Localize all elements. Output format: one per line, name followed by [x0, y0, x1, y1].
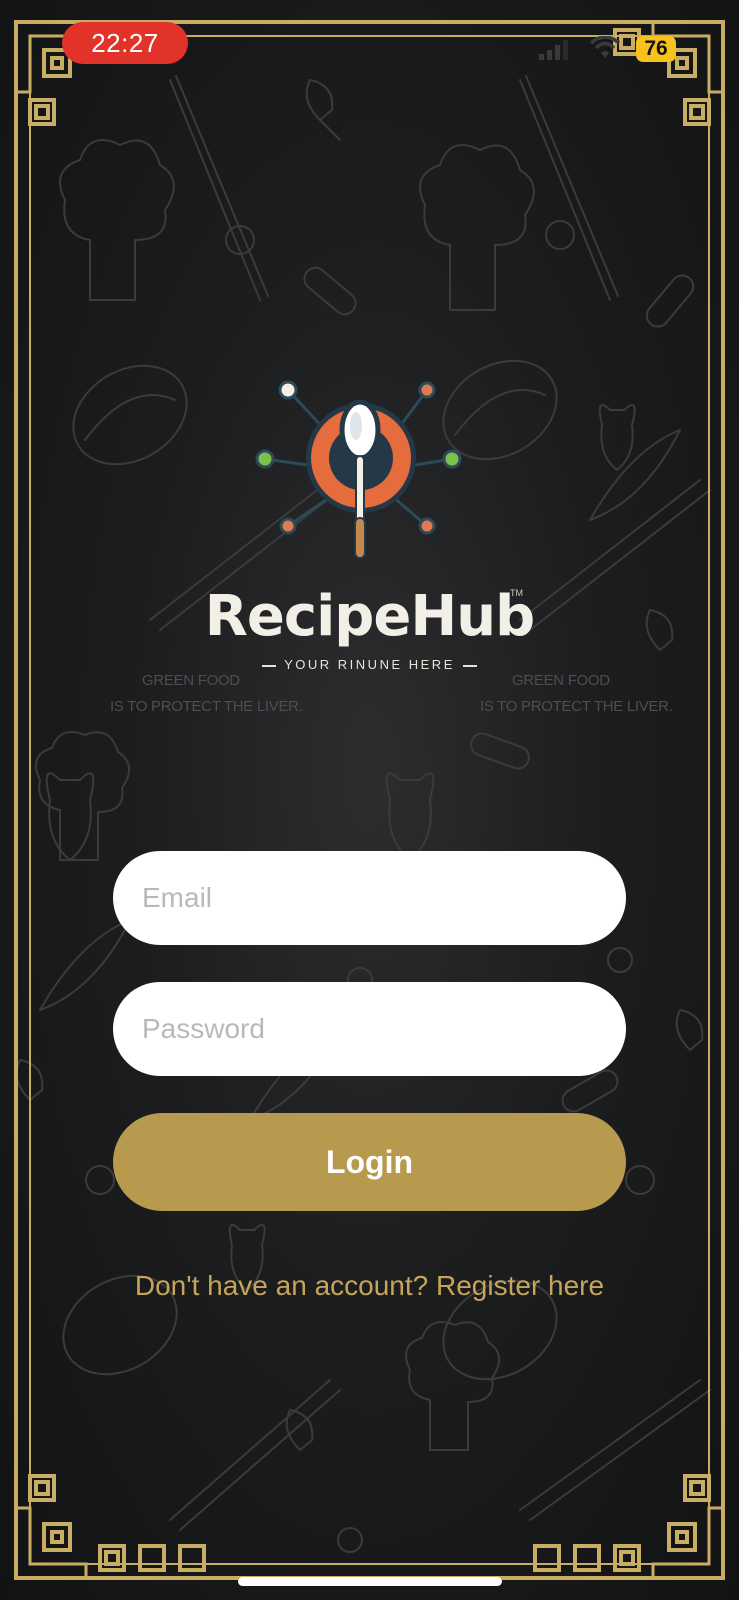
background-watermark-right: GREEN FOOD IS TO PROTECT THE LIVER.: [480, 668, 673, 720]
status-time: 22:27: [62, 22, 188, 64]
register-link[interactable]: Don't have an account? Register here: [0, 1270, 739, 1302]
tagline-text: YOUR RINUNE HERE: [284, 657, 455, 672]
app-name: RecipeHub: [204, 584, 535, 649]
spoon-logo-icon: [255, 380, 462, 559]
signal-icon: [539, 40, 568, 60]
gold-border-frame: [14, 20, 725, 1580]
watermark-line: GREEN FOOD: [512, 672, 610, 689]
email-field[interactable]: [113, 851, 626, 945]
home-indicator[interactable]: [238, 1577, 502, 1586]
watermark-line: IS TO PROTECT THE LIVER.: [110, 698, 303, 715]
battery-icon: 76: [636, 36, 676, 62]
watermark-line: GREEN FOOD: [142, 672, 240, 689]
background-watermark-left: GREEN FOOD IS TO PROTECT THE LIVER.: [110, 668, 303, 720]
login-button[interactable]: Login: [113, 1113, 626, 1211]
wifi-icon: [590, 36, 620, 58]
login-screen: 22:27 76 RecipeHub TM YOUR RINUNE HERE G…: [0, 0, 739, 1600]
watermark-line: IS TO PROTECT THE LIVER.: [480, 698, 673, 715]
trademark-mark: TM: [510, 588, 523, 598]
password-field[interactable]: [113, 982, 626, 1076]
tagline-dash-right: [462, 664, 477, 667]
tagline-dash-left: [262, 664, 277, 667]
